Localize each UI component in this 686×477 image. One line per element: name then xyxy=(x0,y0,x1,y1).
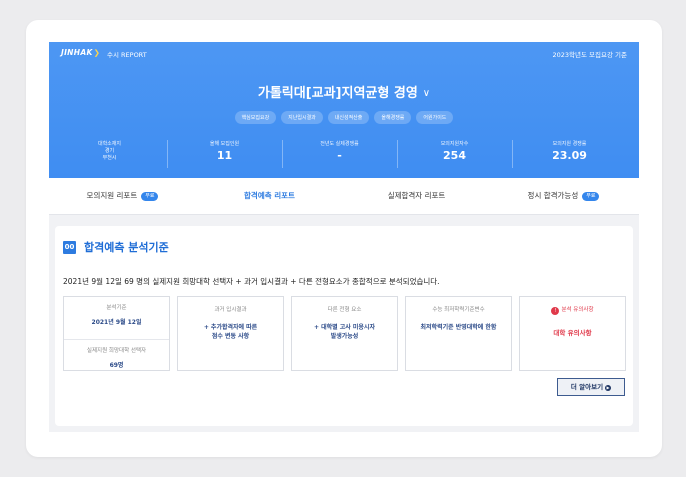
box-label: 과거 입시결과 xyxy=(214,307,247,313)
chevron-down-icon[interactable]: ∨ xyxy=(423,88,430,99)
top-bar: JINHAK❯ 수시 REPORT 2023학년도 모집요강 기준 xyxy=(61,48,627,62)
basis-value: 2021년 9월 12일 xyxy=(91,319,142,326)
tab-mock-report[interactable]: 모의지원 리포트 무료 xyxy=(49,178,196,214)
pill-core-guide[interactable]: 핵심모집요강 xyxy=(234,111,277,124)
logo-chevron-icon: ❯ xyxy=(93,48,101,57)
year-info: 2023학년도 모집요강 기준 xyxy=(552,51,628,59)
analysis-panel: 00 합격예측 분석기준 2021년 9월 12일 69 명의 실제지원 희망대… xyxy=(55,226,633,426)
stat-value: - xyxy=(337,149,342,162)
stat-last-ratio: 전년도 실제경쟁률 - xyxy=(282,138,397,172)
stat-value: 11 xyxy=(216,149,233,162)
tab-label: 실제합격자 리포트 xyxy=(387,191,446,200)
alert-icon: ! xyxy=(551,307,560,315)
jinhak-logo[interactable]: JINHAK❯ xyxy=(61,48,100,57)
pill-past-results[interactable]: 지난입시결과 xyxy=(281,111,323,124)
stats-row: 대학소재지 경기 부천시 올해 모집인원 11 전년도 실제경쟁률 - 모의지원… xyxy=(49,138,639,172)
box-text: + 추가합격자에 따른 xyxy=(203,324,258,331)
free-badge: 무료 xyxy=(141,192,159,201)
section-description: 2021년 9월 12일 69 명의 실제지원 희망대학 선택자 + 과거 입시… xyxy=(63,277,440,286)
stat-mock-ratio: 모의지원 경쟁률 23.09 xyxy=(512,138,627,172)
free-badge: 무료 xyxy=(582,192,600,201)
box-text: 점수 변동 사항 xyxy=(211,333,250,340)
past-results-box: 과거 입시결과 + 추가합격자에 따른 점수 변동 사항 xyxy=(177,296,284,371)
tab-regular-chance[interactable]: 정시 합격가능성 무료 xyxy=(490,178,637,214)
basis-label: 분석기준 xyxy=(106,305,127,311)
stat-quota: 올해 모집인원 11 xyxy=(167,138,282,172)
box-label: 다른 전형 요소 xyxy=(327,307,362,313)
stat-line: 부천시 xyxy=(102,155,117,161)
box-text: 발생가능성 xyxy=(330,333,359,340)
stat-location: 대학소재지 경기 부천시 xyxy=(52,138,167,172)
warning-label: 분석 유의사항 xyxy=(561,307,594,313)
box-text: + 대학별 고사 미응시자 xyxy=(314,324,375,331)
stat-label: 대학소재지 xyxy=(97,141,121,147)
pill-competition[interactable]: 올해경쟁률 xyxy=(374,111,412,124)
warning-box[interactable]: ! 분석 유의사항 대학 유의사항 xyxy=(519,296,626,371)
report-label: 수시 REPORT xyxy=(107,51,147,59)
university-title[interactable]: 가톨릭대[교과]지역균형 경영 ∨ xyxy=(49,82,639,101)
tab-label: 정시 합격가능성 xyxy=(527,191,579,200)
box-text: 최저학력기준 반영대학에 한함 xyxy=(420,324,497,331)
stat-label: 전년도 실제경쟁률 xyxy=(320,141,359,147)
stat-label: 모의지원자수 xyxy=(440,141,469,147)
learn-more-button[interactable]: 더 알아보기 ▶ xyxy=(557,378,625,396)
suneung-box: 수능 최저학력기준변수 최저학력기준 반영대학에 한함 xyxy=(405,296,512,371)
section-number: 00 xyxy=(63,241,76,254)
stat-label: 모의지원 경쟁률 xyxy=(552,141,587,147)
other-factors-box: 다른 전형 요소 + 대학별 고사 미응시자 발생가능성 xyxy=(291,296,398,371)
pill-guide[interactable]: 어원가이드 xyxy=(416,111,454,124)
tab-prediction-report[interactable]: 합격예측 리포트 xyxy=(196,178,343,214)
report-app: JINHAK❯ 수시 REPORT 2023학년도 모집요강 기준 가톨릭대[교… xyxy=(49,42,639,432)
applicants-value: 69명 xyxy=(109,362,124,369)
box-label: 수능 최저학력기준변수 xyxy=(432,307,485,313)
hero-header: JINHAK❯ 수시 REPORT 2023학년도 모집요강 기준 가톨릭대[교… xyxy=(49,42,639,178)
stat-value: 254 xyxy=(443,149,466,162)
basis-box: 분석기준 2021년 9월 12일 실제지원 희망대학 선택자 69명 xyxy=(63,296,170,371)
pill-grade-calc[interactable]: 내신성적산출 xyxy=(327,111,370,124)
section-title: 합격예측 분석기준 xyxy=(84,241,169,254)
report-tabs: 모의지원 리포트 무료 합격예측 리포트 실제합격자 리포트 정시 합격가능성 무료 xyxy=(49,178,639,215)
university-name: 가톨릭대[교과]지역균형 경영 xyxy=(257,86,418,101)
tab-admitted-report[interactable]: 실제합격자 리포트 xyxy=(343,178,490,214)
stat-label: 올해 모집인원 xyxy=(209,141,240,147)
tab-label: 모의지원 리포트 xyxy=(86,191,138,200)
arrow-right-icon: ▶ xyxy=(605,385,612,391)
quick-links: 핵심모집요강 지난입시결과 내신성적산출 올해경쟁률 어원가이드 xyxy=(49,111,639,124)
learn-more-label: 더 알아보기 xyxy=(570,383,604,391)
warning-value[interactable]: 대학 유의사항 xyxy=(520,327,625,337)
tab-label: 합격예측 리포트 xyxy=(244,191,295,200)
stat-line: 경기 xyxy=(104,148,115,154)
stat-mock-applicants: 모의지원자수 254 xyxy=(397,138,512,172)
applicants-label: 실제지원 희망대학 선택자 xyxy=(86,348,147,354)
stat-value: 23.09 xyxy=(552,149,587,162)
